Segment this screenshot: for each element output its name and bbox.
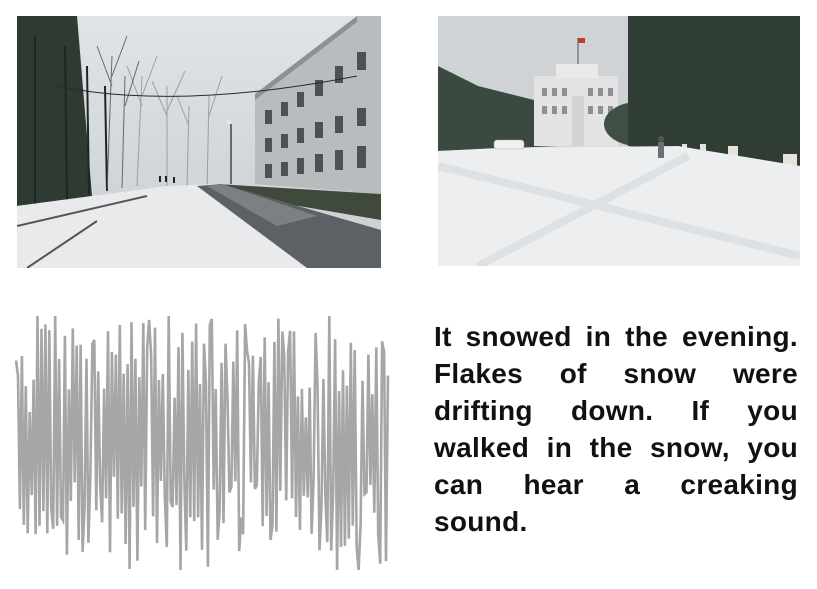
street-snow-illustration — [17, 16, 381, 268]
sound-waveform — [14, 315, 390, 571]
snow-description-text: It snowed in the evening. Flakes of snow… — [434, 321, 798, 537]
campus-snow-photo — [438, 16, 800, 266]
campus-snow-illustration — [438, 16, 800, 266]
street-snow-photo — [17, 16, 381, 268]
waveform-line — [14, 315, 390, 571]
